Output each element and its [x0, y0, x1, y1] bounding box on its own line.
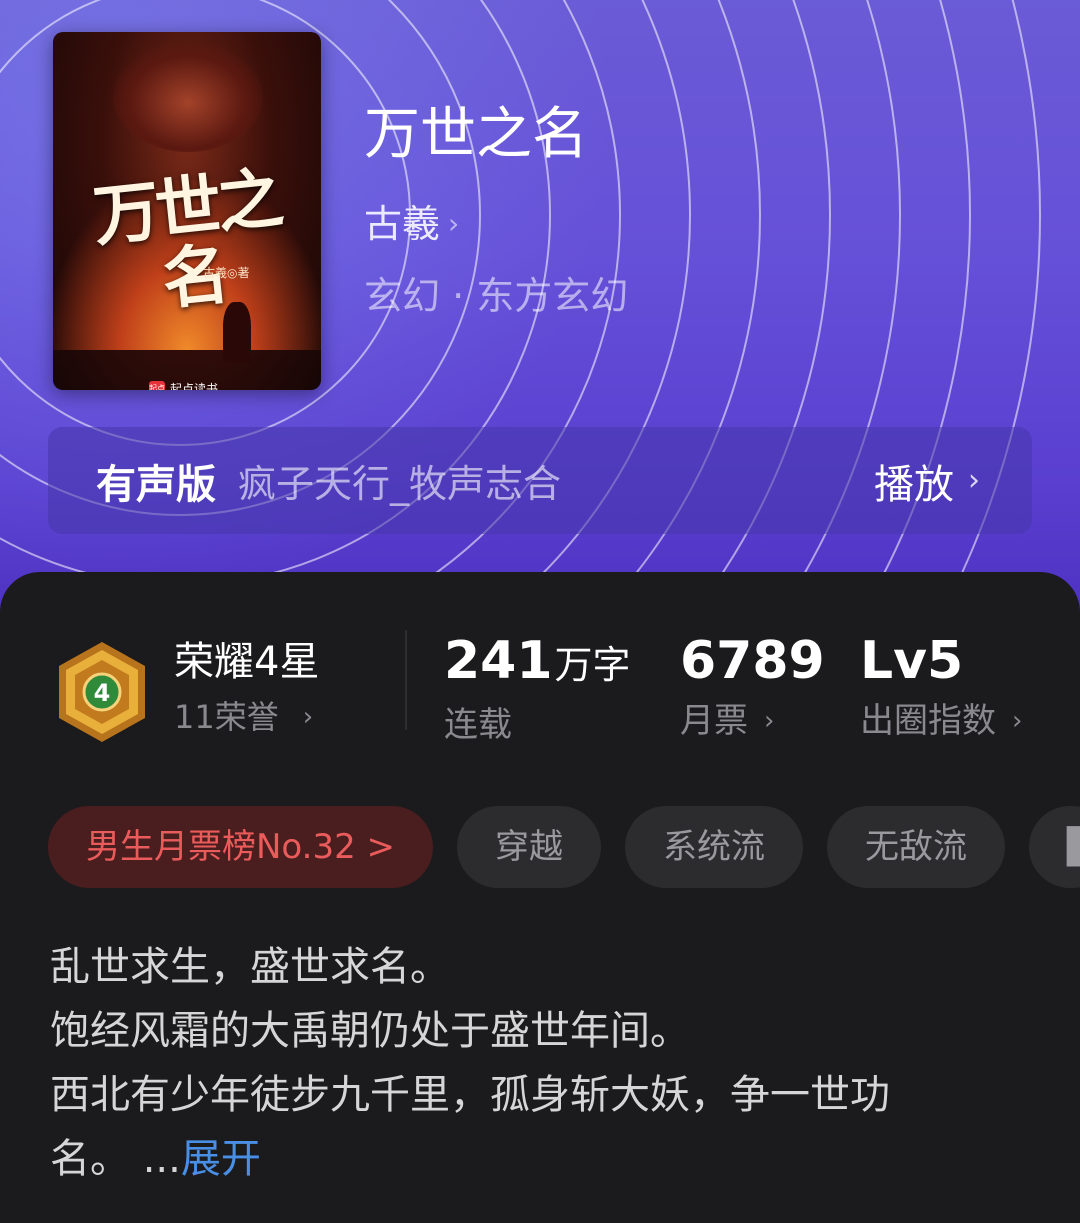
- play-label: 播放: [874, 461, 954, 508]
- chevron-right-icon: ›: [448, 207, 460, 240]
- description-line: 名。 ...: [50, 1136, 181, 1182]
- chevron-right-icon: ›: [1012, 706, 1023, 736]
- cover-author: 古羲◎著: [203, 266, 250, 280]
- book-cover[interactable]: 万世之名 古羲◎著 起点 起点读书: [53, 32, 321, 390]
- cover-title: 万世之名: [89, 158, 283, 319]
- tag-chip[interactable]: 系统流: [625, 806, 804, 888]
- tag-row: 男生月票榜No.32 > 穿越 系统流 无敌流 ▌: [48, 806, 1080, 888]
- monthly-votes-label: 月票: [680, 701, 748, 741]
- stat-monthly-votes[interactable]: 6789 月票 ›: [680, 628, 825, 746]
- audio-edition-bar[interactable]: 有声版 疯子天行_牧声志合 播放 ›: [48, 427, 1032, 534]
- stat-buzz-index[interactable]: Lv5 出圈指数 ›: [860, 628, 1022, 746]
- honor-title: 荣耀4星: [174, 639, 320, 685]
- honor-badge-icon[interactable]: 4: [55, 640, 149, 744]
- word-count-value: 241: [444, 631, 553, 691]
- audio-narrator: 疯子天行_牧声志合: [238, 462, 562, 506]
- publisher-name: 起点读书: [170, 382, 219, 390]
- tag-chip[interactable]: ▌: [1029, 806, 1080, 888]
- stats-divider: [405, 630, 407, 730]
- honor-count-link[interactable]: 11荣誉 ›: [174, 694, 313, 740]
- buzz-index-value: Lv5: [860, 631, 964, 691]
- word-count-unit: 万字: [554, 643, 631, 687]
- cover-figure-art: [223, 302, 251, 362]
- honor-count: 11荣誉: [174, 698, 279, 736]
- description-line: 饱经风霜的大禹朝仍处于盛世年间。: [50, 1008, 690, 1054]
- chevron-right-icon: ›: [968, 463, 980, 498]
- play-button[interactable]: 播放 ›: [874, 427, 980, 534]
- tag-chip[interactable]: 无敌流: [827, 806, 1006, 888]
- buzz-index-label: 出圈指数: [860, 701, 996, 741]
- audio-label: 有声版: [96, 461, 216, 508]
- description-line-last: 名。 ...展开: [50, 1127, 1030, 1191]
- cover-publisher: 起点 起点读书: [149, 380, 218, 390]
- rank-tag[interactable]: 男生月票榜No.32 >: [48, 806, 434, 888]
- description-line: 西北有少年徒步九千里，孤身斩大妖，争一世功: [50, 1072, 890, 1118]
- monthly-votes-value: 6789: [680, 631, 825, 691]
- tag-chip[interactable]: 穿越: [457, 806, 602, 888]
- chevron-right-icon: ›: [764, 706, 775, 736]
- description-line: 乱世求生，盛世求名。: [50, 944, 450, 990]
- cover-dragon-art: [113, 42, 263, 152]
- stat-word-count: 241 万字 连载: [444, 628, 631, 750]
- honor-level-number: 4: [94, 679, 111, 707]
- author-name: 古羲: [364, 202, 441, 246]
- chevron-right-icon: ›: [302, 702, 314, 732]
- book-title: 万世之名: [364, 102, 588, 167]
- publisher-logo-icon: 起点: [149, 380, 165, 390]
- author-link[interactable]: 古羲 ›: [364, 198, 459, 250]
- expand-link[interactable]: 展开: [181, 1136, 261, 1182]
- book-description: 乱世求生，盛世求名。 饱经风霜的大禹朝仍处于盛世年间。 西北有少年徒步九千里，孤…: [50, 935, 1030, 1191]
- hero-header: 万世之名 古羲◎著 起点 起点读书 万世之名 古羲 › 玄幻 · 东方玄幻 有声…: [0, 0, 1080, 640]
- serial-status: 连载: [444, 705, 512, 745]
- genre-label: 玄幻 · 东方玄幻: [364, 274, 629, 318]
